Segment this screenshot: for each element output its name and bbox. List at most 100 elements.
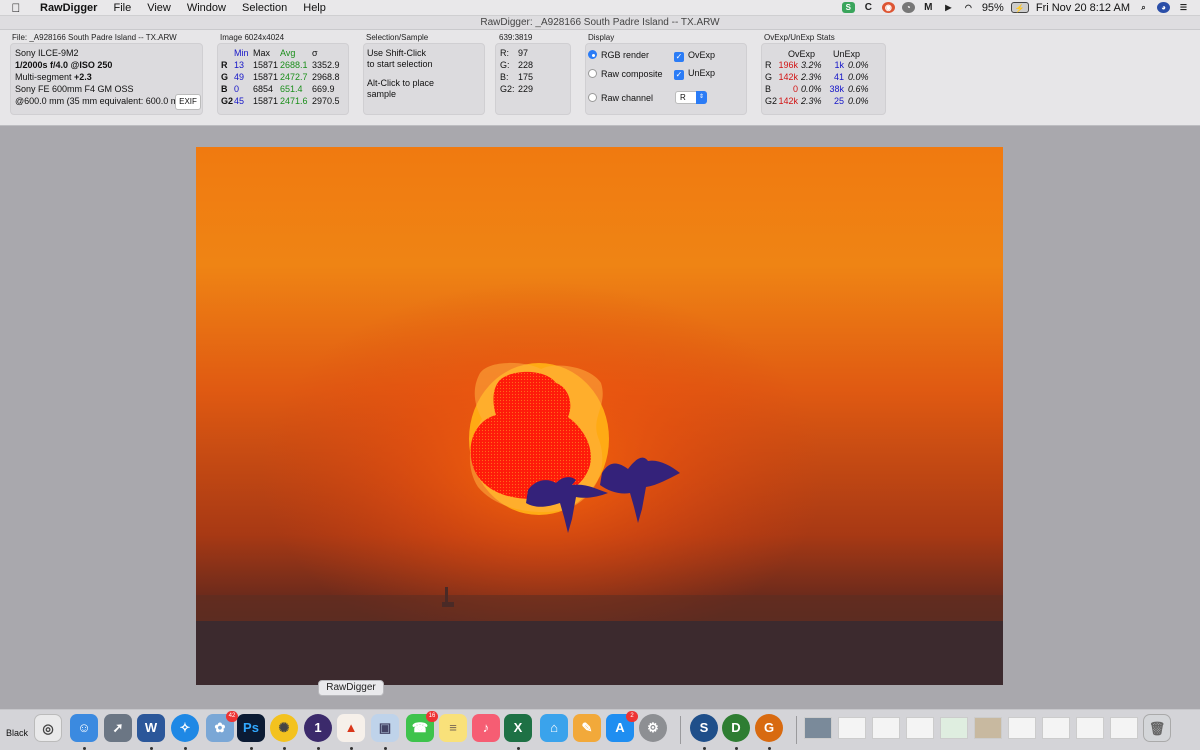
system-preferences-icon[interactable]: ⚙	[639, 714, 667, 742]
status-dial-icon[interactable]: ◔	[901, 2, 915, 13]
sample-hint-2: sample	[367, 89, 397, 99]
minimized-window-thumb-5[interactable]	[940, 717, 968, 739]
aperture-icon[interactable]: ✺	[270, 714, 298, 742]
menu-help[interactable]: Help	[295, 2, 334, 14]
finder-icon[interactable]: ☺	[70, 714, 98, 742]
wifi-icon[interactable]: ◠	[962, 2, 975, 13]
rgb-render-radio[interactable]	[588, 50, 597, 59]
stat-row-g-min: 49	[234, 72, 245, 82]
raw-channel-option[interactable]: Raw channel	[588, 93, 653, 103]
topaz-d-icon[interactable]: D	[722, 714, 750, 742]
word-icon[interactable]: W	[137, 714, 165, 742]
ex-row-g-ovp: 2.3%	[801, 72, 822, 82]
minimized-window-thumb-8[interactable]	[1042, 717, 1070, 739]
ovexp-checkbox[interactable]: ✓	[674, 52, 684, 62]
pages-icon[interactable]: ✎	[573, 714, 601, 742]
ex-row-g2-ovp: 2.3%	[801, 96, 822, 106]
app-store-icon[interactable]: A2	[606, 711, 638, 742]
unexp-checkbox[interactable]: ✓	[674, 70, 684, 80]
maps-icon[interactable]: ◎	[34, 714, 62, 742]
cursor-b-value: 175	[518, 72, 534, 82]
stat-row-g-avg: 2472.7	[280, 72, 308, 82]
stat-row-g-max: 15871	[253, 72, 279, 82]
music-icon[interactable]: ♪	[472, 714, 500, 742]
control-center-icon[interactable]: ☰	[1177, 2, 1190, 13]
rgb-render-option[interactable]: RGB render	[588, 50, 649, 60]
apple-menu-icon[interactable]: 	[0, 1, 32, 15]
ovexp-toggle[interactable]: ✓ OvExp	[674, 50, 715, 62]
app-store-badge: 2	[626, 711, 638, 722]
battery-icon[interactable]: ⚡	[1010, 2, 1029, 13]
info-panels: File: _A928166 South Padre Island -- TX.…	[0, 30, 1200, 126]
notes-icon[interactable]: ≡	[439, 714, 467, 742]
minimized-window-thumb-10[interactable]	[1110, 717, 1138, 739]
raw-channel-label: Raw channel	[601, 93, 654, 103]
menu-app-name[interactable]: RawDigger	[32, 2, 105, 14]
raw-image-preview[interactable]	[196, 147, 1003, 685]
facetime-icon[interactable]: ☎ 16	[406, 711, 438, 742]
exposure-stats-label: OvExp/UnExp Stats	[764, 33, 835, 42]
minimized-window-thumb-3[interactable]	[872, 717, 900, 739]
cursor-position-label: 639:3819	[499, 33, 533, 42]
stat-row-g2-sigma: 2970.5	[312, 96, 340, 106]
spotlight-search-icon[interactable]: ⌕	[1137, 2, 1150, 13]
ex-row-r-unp: 0.0%	[848, 60, 869, 70]
exif-button[interactable]: EXIF	[175, 94, 201, 110]
stat-row-g2-avg: 2471.6	[280, 96, 308, 106]
topaz-s-icon[interactable]: S	[690, 714, 718, 742]
photoshop-icon[interactable]: Ps	[237, 714, 265, 742]
minimized-window-thumb-4[interactable]	[906, 717, 934, 739]
cursor-values-panel: R: 97 G: 228 B: 175 G2: 229	[495, 43, 571, 115]
ex-row-b-ovp: 0.0%	[801, 84, 822, 94]
topaz-g-icon[interactable]: G	[755, 714, 783, 742]
battery-percent: 95%	[981, 1, 1004, 14]
minimized-window-thumb-1[interactable]	[804, 717, 832, 739]
raw-composite-option[interactable]: Raw composite	[588, 69, 663, 79]
menu-window[interactable]: Window	[179, 2, 234, 14]
status-s-icon[interactable]: S	[841, 2, 855, 13]
status-play-icon[interactable]: ▶	[942, 2, 955, 13]
excel-icon[interactable]: X	[504, 714, 532, 742]
cursor-g-label: G:	[500, 60, 510, 70]
unexp-toggle[interactable]: ✓ UnExp	[674, 68, 715, 80]
keynote-icon[interactable]: ⌂	[540, 714, 568, 742]
ex-row-r-channel: R	[765, 60, 772, 70]
menu-selection[interactable]: Selection	[234, 2, 295, 14]
camera-model: Sony ILCE-9M2	[15, 48, 79, 58]
photos-app-icon[interactable]: ✿ 42	[206, 711, 238, 742]
focal-length: @600.0 mm (35 mm equivalent: 600.0 m	[15, 96, 179, 106]
selection-hint-1: Use Shift-Click	[367, 48, 427, 58]
cursor-g2-value: 229	[518, 84, 534, 94]
menubar-clock[interactable]: Fri Nov 20 8:12 AM	[1036, 2, 1130, 14]
minimized-window-thumb-2[interactable]	[838, 717, 866, 739]
launchpad-icon[interactable]: ➚	[104, 714, 132, 742]
ex-row-g2-channel: G2	[765, 96, 778, 106]
raw-channel-radio[interactable]	[588, 93, 597, 102]
stat-row-b-sigma: 669.9	[312, 84, 335, 94]
minimized-window-thumb-6[interactable]	[974, 717, 1002, 739]
raw-composite-radio[interactable]	[588, 69, 597, 78]
user-avatar-icon[interactable]: ◕	[1157, 2, 1170, 13]
ex-row-g-ov: 142k	[778, 72, 798, 82]
preview-icon[interactable]: ▣	[371, 714, 399, 742]
ovexp-label: OvExp	[688, 50, 716, 60]
raw-channel-select[interactable]: R ⇕	[675, 91, 707, 104]
menu-file[interactable]: File	[105, 2, 139, 14]
stats-header-ovexp: OvExp	[788, 49, 816, 59]
dock-separator-2	[796, 716, 797, 744]
trash-icon[interactable]: 🗑	[1143, 714, 1171, 742]
stat-row-r-min: 13	[234, 60, 245, 70]
minimized-window-thumb-9[interactable]	[1076, 717, 1104, 739]
menu-bar:  RawDigger File View Window Selection H…	[0, 0, 1200, 16]
status-c-icon[interactable]: C	[862, 2, 875, 13]
rawdigger-icon[interactable]: ▲	[337, 714, 365, 742]
minimized-window-thumb-7[interactable]	[1008, 717, 1036, 739]
status-creative-cloud-icon[interactable]: ◉	[881, 2, 895, 13]
menu-view[interactable]: View	[139, 2, 179, 14]
sunset-photo	[196, 147, 1003, 685]
selection-panel: Use Shift-Click to start selection Alt-C…	[363, 43, 485, 115]
onepassword-icon[interactable]: 1	[304, 714, 332, 742]
stat-row-r-avg: 2688.1	[280, 60, 308, 70]
status-m-icon[interactable]: M	[922, 2, 935, 13]
safari-icon[interactable]: ✧	[171, 714, 199, 742]
